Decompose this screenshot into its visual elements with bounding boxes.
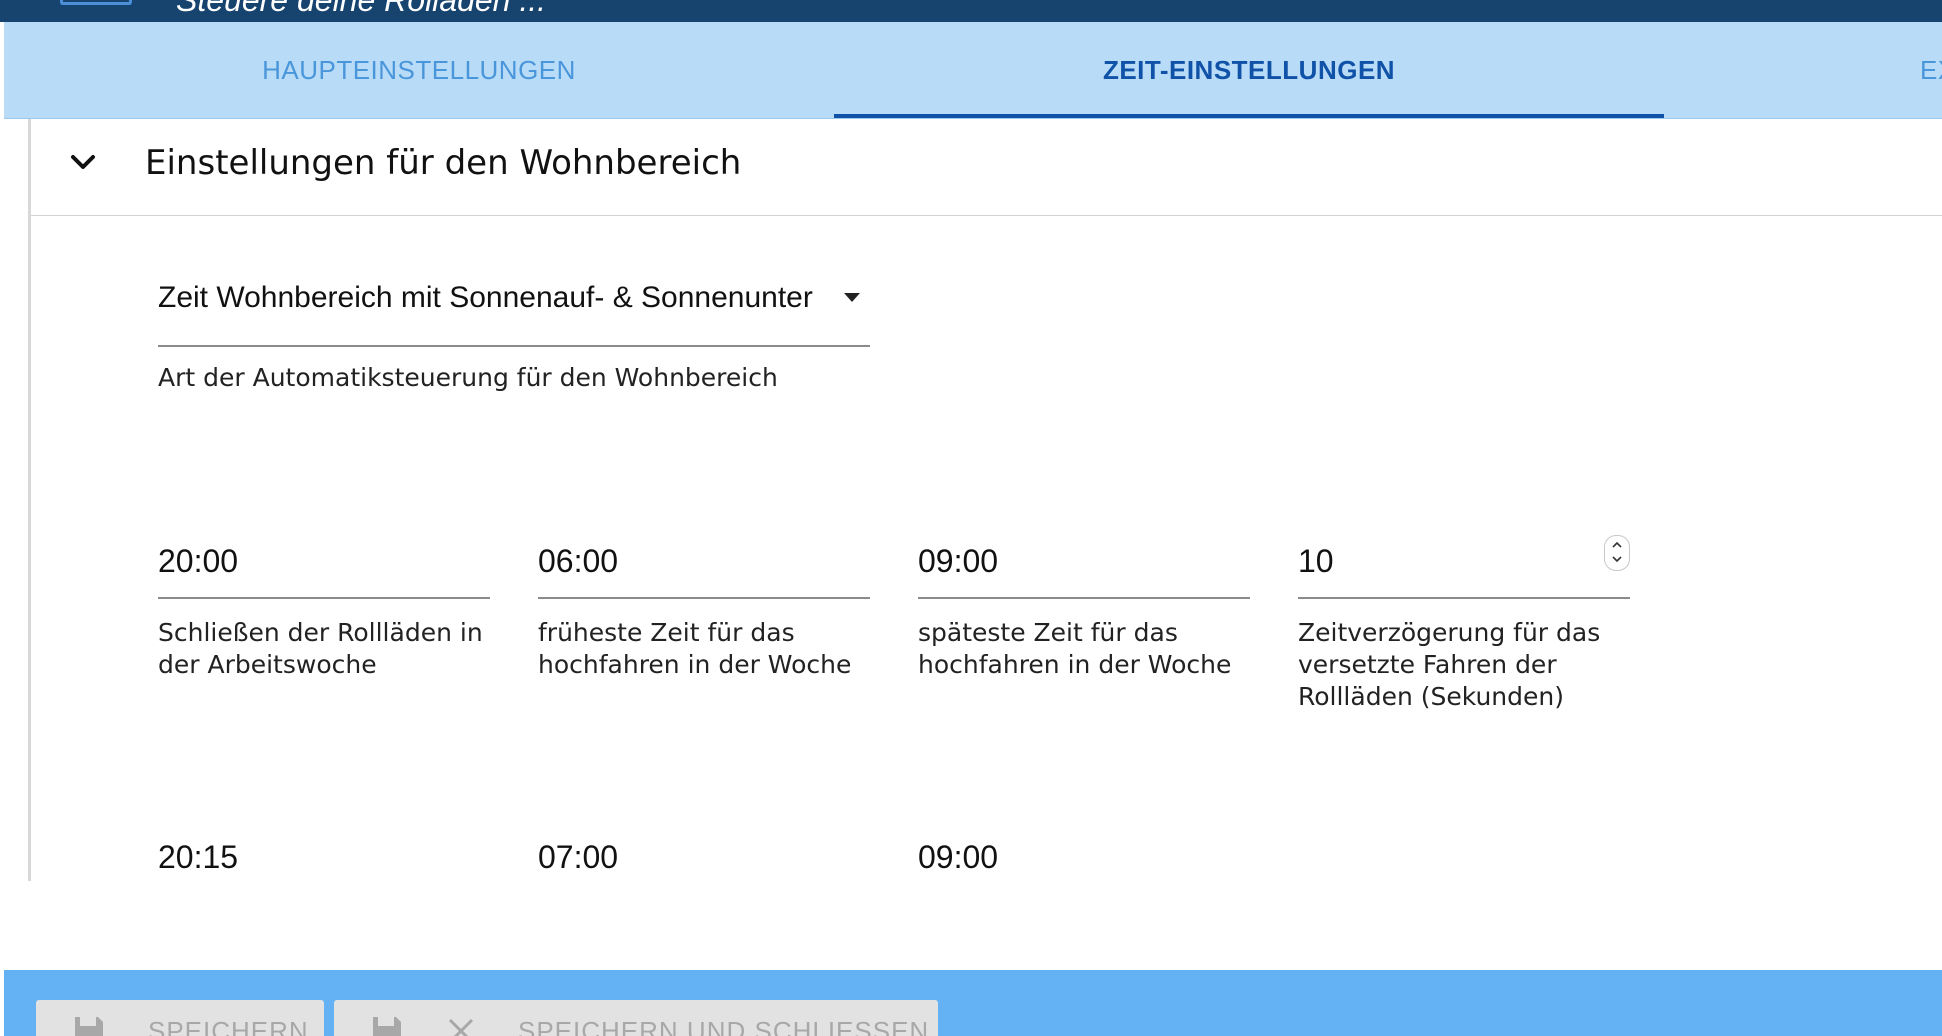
panel-rail	[28, 119, 31, 881]
app-logo	[60, 0, 132, 5]
close-time-field: 20:00 Schließen der Rollläden in der Arb…	[158, 521, 490, 681]
weekend-close-time-value[interactable]: 20:15	[158, 839, 238, 876]
app-title: Steuere deine Rolläden ...	[176, 0, 547, 18]
settings-panel: Einstellungen für den Wohnbereich Zeit W…	[4, 119, 1942, 971]
delay-field: 10 Zeitverzögerung für das versetzte Fah…	[1298, 521, 1630, 713]
number-stepper[interactable]	[1604, 535, 1630, 571]
delay-value: 10	[1298, 543, 1334, 579]
panel-title: Einstellungen für den Wohnbereich	[145, 143, 742, 183]
dropdown-arrow-icon	[844, 293, 860, 302]
save-icon	[373, 1017, 401, 1036]
close-icon	[448, 1018, 474, 1036]
tab-bar: HAUPTEINSTELLUNGEN ZEIT-EINSTELLUNGEN EX	[4, 22, 1942, 119]
earliest-up-input[interactable]: 06:00	[538, 521, 870, 599]
automation-mode-value: Zeit Wohnbereich mit Sonnenauf- & Sonnen…	[158, 281, 813, 314]
chevron-down-icon[interactable]	[67, 147, 99, 179]
automation-mode-helper: Art der Automatiksteuerung für den Wohnb…	[158, 363, 778, 392]
save-icon	[75, 1017, 103, 1036]
latest-up-field: 09:00 späteste Zeit für das hochfahren i…	[918, 521, 1250, 681]
stepper-down-icon[interactable]	[1611, 553, 1623, 565]
save-and-close-button[interactable]: SPEICHERN UND SCHLIESSEN	[334, 1000, 938, 1036]
app-header: Steuere deine Rolläden ...	[0, 0, 1942, 22]
earliest-up-field: 06:00 früheste Zeit für das hochfahren i…	[538, 521, 870, 681]
weekend-earliest-up-value[interactable]: 07:00	[538, 839, 618, 876]
close-time-input[interactable]: 20:00	[158, 521, 490, 599]
delay-input[interactable]: 10	[1298, 521, 1630, 599]
close-time-helper: Schließen der Rollläden in der Arbeitswo…	[158, 618, 483, 679]
earliest-up-helper: früheste Zeit für das hochfahren in der …	[538, 618, 852, 679]
tab-main-settings[interactable]: HAUPTEINSTELLUNGEN	[4, 22, 834, 118]
footer-bar: SPEICHERN SPEICHERN UND SCHLIESSEN	[4, 970, 1942, 1036]
tab-extra[interactable]: EX	[1664, 22, 1942, 118]
delay-helper: Zeitverzögerung für das versetzte Fahren…	[1298, 618, 1601, 711]
automation-mode-select[interactable]: Zeit Wohnbereich mit Sonnenauf- & Sonnen…	[158, 269, 870, 347]
tab-time-settings[interactable]: ZEIT-EINSTELLUNGEN	[834, 22, 1664, 118]
panel-header[interactable]: Einstellungen für den Wohnbereich	[31, 119, 1942, 216]
latest-up-input[interactable]: 09:00	[918, 521, 1250, 599]
stepper-up-icon[interactable]	[1611, 539, 1623, 551]
save-button-label: SPEICHERN	[148, 1016, 309, 1036]
app-window: Steuere deine Rolläden ... HAUPTEINSTELL…	[0, 0, 1942, 1036]
earliest-up-value: 06:00	[538, 543, 619, 579]
latest-up-helper: späteste Zeit für das hochfahren in der …	[918, 618, 1232, 679]
save-and-close-label: SPEICHERN UND SCHLIESSEN	[518, 1016, 930, 1036]
latest-up-value: 09:00	[918, 543, 999, 579]
close-time-value: 20:00	[158, 543, 239, 579]
weekend-latest-up-value[interactable]: 09:00	[918, 839, 998, 876]
save-button[interactable]: SPEICHERN	[36, 1000, 324, 1036]
